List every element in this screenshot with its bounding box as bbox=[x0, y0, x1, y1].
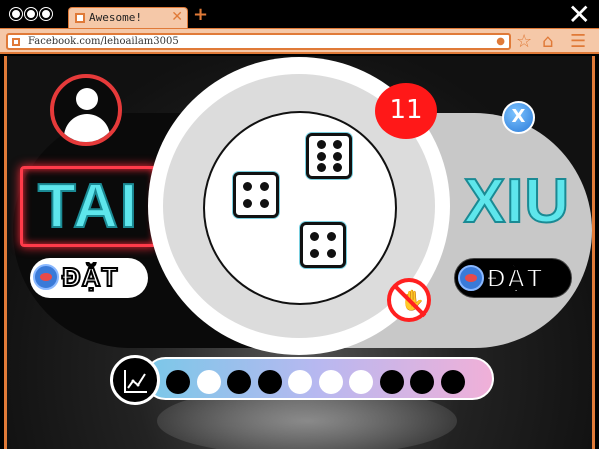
history-result-dot bbox=[318, 370, 343, 394]
die bbox=[300, 222, 346, 268]
history-result-dot bbox=[379, 370, 404, 394]
die-pip bbox=[332, 140, 342, 150]
history-result-dot bbox=[227, 370, 251, 394]
page-icon bbox=[12, 38, 20, 46]
close-game-button[interactable]: X bbox=[502, 101, 535, 134]
search-icon[interactable]: ● bbox=[496, 36, 505, 47]
bet-tai-label: ĐẶT bbox=[61, 261, 119, 293]
tab-title: Awesome! bbox=[89, 11, 142, 24]
tai-label: TAI bbox=[37, 171, 140, 242]
star-icon[interactable]: ☆ bbox=[516, 31, 532, 52]
die-pip bbox=[327, 231, 337, 241]
address-bar: Facebook.com/lehoailam3005 ● ☆ ⌂ ☰ bbox=[0, 28, 599, 54]
die bbox=[233, 172, 279, 218]
history-result-dot bbox=[257, 370, 282, 394]
die-pip bbox=[332, 162, 342, 172]
history-result-dot bbox=[410, 370, 434, 394]
die bbox=[306, 133, 352, 179]
die-pip bbox=[316, 151, 326, 161]
tai-bet-area[interactable]: TAI bbox=[20, 166, 157, 247]
stop-hand-icon[interactable]: ✋ bbox=[387, 278, 431, 322]
die-pip bbox=[309, 249, 319, 259]
countdown-timer: 11 bbox=[375, 83, 437, 139]
die-pip bbox=[327, 249, 337, 259]
die-pip bbox=[309, 231, 319, 241]
new-tab-button[interactable]: + bbox=[193, 4, 208, 25]
history-result-dot bbox=[196, 370, 221, 394]
user-avatar-icon[interactable] bbox=[50, 74, 122, 146]
die-pip bbox=[242, 199, 252, 209]
url-input[interactable]: Facebook.com/lehoailam3005 ● bbox=[6, 33, 511, 50]
bet-xiu-button[interactable]: ĐẶT bbox=[454, 258, 572, 298]
die-pip bbox=[316, 162, 326, 172]
window-dot-icon[interactable] bbox=[25, 8, 37, 20]
window-close-button[interactable]: ✕ bbox=[568, 0, 591, 31]
bet-xiu-label: ĐẶT bbox=[486, 262, 544, 294]
die-pip bbox=[260, 199, 270, 209]
history-result-dot bbox=[349, 370, 373, 394]
chip-icon bbox=[33, 264, 59, 290]
history-result-dot bbox=[288, 370, 312, 394]
browser-tab[interactable]: Awesome! ✕ bbox=[68, 7, 188, 28]
url-text: Facebook.com/lehoailam3005 bbox=[28, 36, 179, 47]
tab-close-icon[interactable]: ✕ bbox=[171, 9, 183, 25]
history-result-dot bbox=[440, 370, 465, 394]
die-pip bbox=[316, 140, 326, 150]
menu-icon[interactable]: ☰ bbox=[570, 31, 586, 52]
die-pip bbox=[332, 151, 342, 161]
xiu-label[interactable]: XIU bbox=[454, 166, 580, 237]
die-pip bbox=[242, 181, 252, 191]
window-dot-icon[interactable] bbox=[40, 8, 52, 20]
home-icon[interactable]: ⌂ bbox=[542, 31, 553, 52]
browser-titlebar: Awesome! ✕ + ✕ bbox=[0, 0, 599, 31]
window-dot-icon[interactable] bbox=[10, 8, 22, 20]
history-result-dot bbox=[166, 370, 190, 394]
bet-tai-button[interactable]: ĐẶT bbox=[30, 258, 148, 298]
chip-icon bbox=[458, 265, 484, 291]
stats-chart-icon[interactable] bbox=[110, 355, 160, 405]
tab-page-icon bbox=[75, 13, 85, 23]
die-pip bbox=[260, 181, 270, 191]
